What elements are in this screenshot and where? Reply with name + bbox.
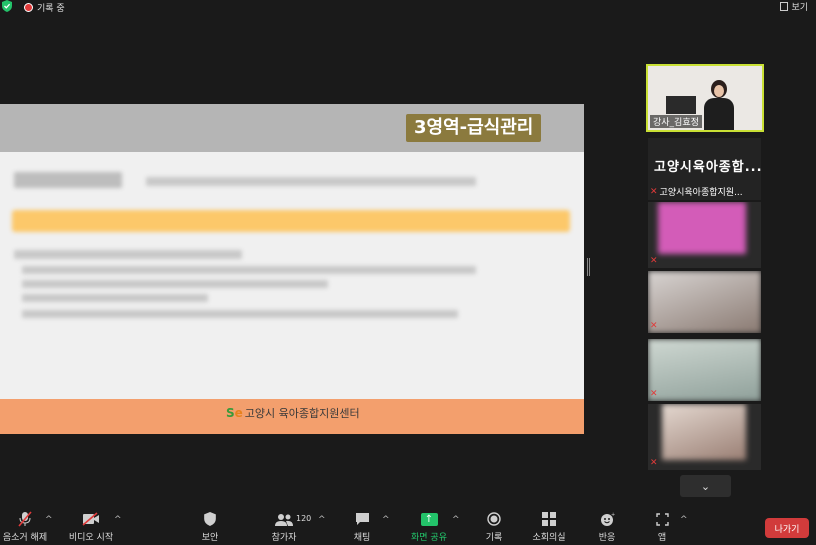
participants-label: 참가자 [271, 533, 297, 543]
blurred-text-line [22, 280, 328, 288]
highlighted-text-bar [12, 210, 570, 232]
breakout-rooms-label: 소회의실 [532, 533, 566, 543]
recording-indicator[interactable]: 기록 중 [24, 1, 65, 14]
leave-button[interactable]: 나가기 [765, 518, 809, 538]
share-screen-label: 화면 공유 [411, 533, 447, 543]
unmute-label: 음소거 해제 [2, 533, 48, 543]
scroll-participants-button[interactable]: ⌄ [680, 475, 731, 497]
participant-video [658, 202, 746, 254]
share-screen-icon: ↑ [406, 509, 452, 529]
slide-header: 3영역-급식관리 [0, 104, 584, 152]
mic-off-icon: ✕ [650, 389, 658, 399]
blurred-text-line [22, 310, 458, 318]
shared-screen-slide: 3영역-급식관리 Se 고양시 육아종합지원센터 [0, 104, 584, 434]
participant-tile[interactable]: ✕ [648, 404, 761, 470]
record-dot-icon [24, 3, 33, 12]
share-screen-button[interactable]: ↑ 화면 공유 [406, 509, 452, 543]
chat-options-caret[interactable]: ^ [382, 515, 390, 525]
apps-button[interactable]: 앱 [652, 509, 672, 543]
apps-icon [652, 509, 672, 529]
top-status-bar: 기록 중 보기 [0, 0, 816, 14]
slide-title: 3영역-급식관리 [406, 114, 542, 142]
chat-bubble-icon [348, 509, 376, 529]
record-label: 기록 [485, 533, 503, 543]
speaker-name: 강사_김효정 [650, 115, 702, 128]
audio-options-caret[interactable]: ^ [45, 515, 53, 525]
participant-tile[interactable]: ✕ [648, 271, 761, 333]
mic-off-icon: ✕ [650, 458, 658, 468]
blurred-text-line [22, 266, 476, 274]
view-label: 보기 [791, 3, 808, 13]
participant-video [648, 339, 761, 401]
panel-resize-handle[interactable] [587, 258, 590, 276]
mic-off-icon: ✕ [650, 321, 658, 331]
record-button[interactable]: 기록 [480, 509, 508, 543]
svg-text:+: + [611, 512, 615, 518]
blurred-text-line [14, 250, 242, 259]
mic-muted-icon [2, 509, 48, 529]
logo-mark: Se [226, 406, 243, 420]
security-button[interactable]: 보안 [195, 509, 225, 543]
chat-label: 채팅 [353, 533, 371, 543]
breakout-rooms-button[interactable]: 소회의실 [530, 509, 568, 543]
meeting-toolbar: 음소거 해제 ^ 비디오 시작 ^ 보안 참가자 120 ^ 채팅 ^ ↑ 화면… [0, 509, 816, 545]
participant-video [662, 404, 746, 460]
participants-count: 120 [296, 514, 312, 523]
shield-icon [195, 509, 225, 529]
participants-options-caret[interactable]: ^ [318, 515, 326, 525]
record-icon [480, 509, 508, 529]
center-logo: Se 고양시 육아종합지원센터 [226, 405, 360, 421]
unmute-button[interactable]: 음소거 해제 [2, 509, 48, 543]
reactions-button[interactable]: + 반응 [594, 509, 620, 544]
video-off-icon [66, 509, 116, 529]
background-tv [666, 96, 696, 114]
chat-button[interactable]: 채팅 [348, 509, 376, 543]
smiley-icon: + [594, 509, 620, 529]
grid-view-icon [780, 2, 789, 11]
start-video-label: 비디오 시작 [68, 533, 114, 543]
mic-off-icon: ✕ [650, 256, 658, 266]
breakout-rooms-icon [530, 509, 568, 529]
blurred-text-line [14, 172, 122, 188]
logo-text: 고양시 육아종합지원센터 [244, 407, 360, 420]
shield-icon[interactable] [2, 0, 12, 12]
view-button[interactable]: 보기 [780, 0, 808, 13]
slide-footer: Se 고양시 육아종합지원센터 [0, 399, 584, 434]
participant-title: 고양시육아종합... [654, 160, 761, 175]
blurred-text-line [146, 177, 476, 186]
share-options-caret[interactable]: ^ [452, 515, 460, 525]
participant-video [648, 271, 761, 333]
blurred-text-line [22, 294, 208, 302]
mic-off-icon: ✕ [650, 186, 658, 197]
participant-tile[interactable]: 고양시육아종합... ✕ 고양시육아종합지원... [648, 138, 761, 200]
active-speaker-video[interactable]: 강사_김효정 [646, 64, 764, 132]
apps-label: 앱 [657, 533, 667, 543]
participant-tile[interactable]: ✕ [648, 202, 761, 268]
speaker-person [704, 80, 734, 130]
participant-name: 고양시육아종합지원... [659, 188, 743, 198]
video-options-caret[interactable]: ^ [114, 515, 122, 525]
participant-tile[interactable]: ✕ [648, 339, 761, 401]
apps-options-caret[interactable]: ^ [680, 515, 688, 525]
recording-label: 기록 중 [37, 4, 65, 14]
security-label: 보안 [201, 533, 219, 543]
start-video-button[interactable]: 비디오 시작 [66, 509, 116, 543]
chevron-down-icon: ⌄ [700, 479, 711, 493]
reactions-label: 반응 [598, 533, 616, 543]
